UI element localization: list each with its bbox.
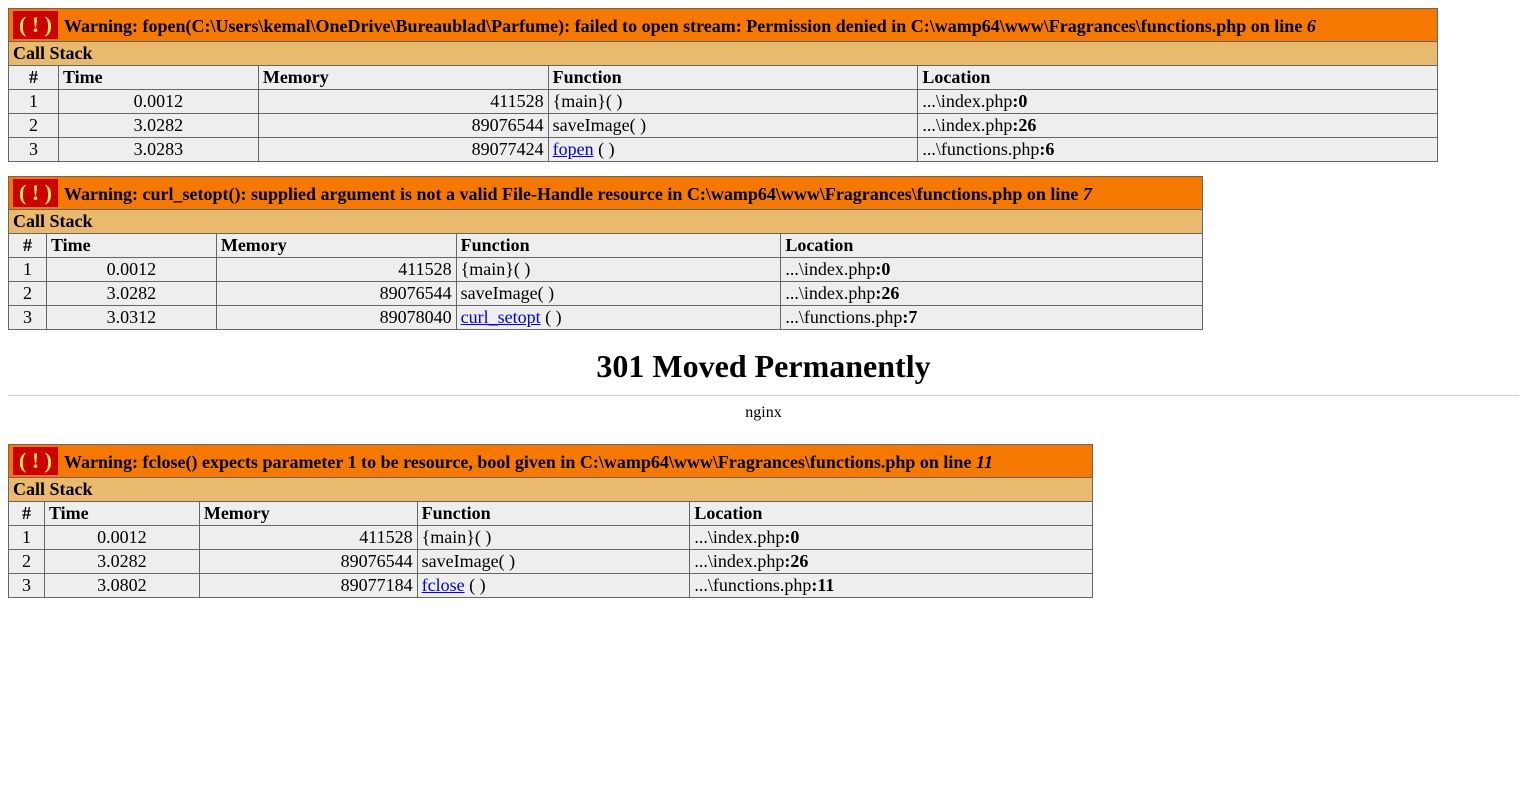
- stack-function: fclose ( ): [417, 574, 690, 598]
- stack-function: {main}( ): [417, 526, 690, 550]
- stack-location: ...\index.php:26: [918, 114, 1438, 138]
- warning-icon: ( ! ): [13, 447, 58, 475]
- stack-row: 33.031289078040curl_setopt ( )...\functi…: [9, 306, 1203, 330]
- col-header-func: Function: [456, 234, 781, 258]
- server-name: nginx: [8, 404, 1519, 422]
- stack-memory: 89076544: [199, 550, 417, 574]
- stack-index: 2: [9, 114, 59, 138]
- stack-memory: 89076544: [258, 114, 548, 138]
- stack-location: ...\index.php:26: [781, 282, 1203, 306]
- col-header-num: #: [9, 502, 45, 526]
- stack-location: ...\functions.php:6: [918, 138, 1438, 162]
- http-status-title: 301 Moved Permanently: [8, 348, 1519, 385]
- stack-memory: 411528: [258, 90, 548, 114]
- error-line-number: 11: [976, 452, 993, 472]
- col-header-time: Time: [44, 502, 199, 526]
- stack-row: 10.0012411528{main}( )...\index.php:0: [9, 90, 1438, 114]
- col-header-mem: Memory: [216, 234, 456, 258]
- call-stack-label: Call Stack: [9, 478, 1093, 502]
- stack-time: 3.0802: [44, 574, 199, 598]
- col-header-mem: Memory: [258, 66, 548, 90]
- stack-memory: 411528: [216, 258, 456, 282]
- stack-location: ...\functions.php:7: [781, 306, 1203, 330]
- stack-index: 2: [9, 550, 45, 574]
- stack-location: ...\functions.php:11: [690, 574, 1093, 598]
- stack-location: ...\index.php:0: [918, 90, 1438, 114]
- col-header-func: Function: [417, 502, 690, 526]
- stack-location: ...\index.php:26: [690, 550, 1093, 574]
- stack-memory: 89078040: [216, 306, 456, 330]
- stack-index: 1: [9, 90, 59, 114]
- error-line-number: 6: [1307, 16, 1316, 36]
- stack-index: 3: [9, 306, 47, 330]
- stack-index: 1: [9, 258, 47, 282]
- stack-index: 3: [9, 138, 59, 162]
- stack-row: 33.080289077184fclose ( )...\functions.p…: [9, 574, 1093, 598]
- xdebug-error-table: ( ! ) Warning: fopen(C:\Users\kemal\OneDr…: [8, 8, 1438, 162]
- error-message: Warning: curl_setopt(): supplied argumen…: [64, 184, 1083, 204]
- xdebug-error-table: ( ! ) Warning: curl_setopt(): supplied ar…: [8, 176, 1203, 330]
- call-stack-label: Call Stack: [9, 42, 1438, 66]
- stack-function: saveImage( ): [548, 114, 918, 138]
- stack-time: 0.0012: [44, 526, 199, 550]
- error-line-number: 7: [1083, 184, 1092, 204]
- stack-row: 23.028289076544saveImage( )...\index.php…: [9, 282, 1203, 306]
- function-doc-link[interactable]: fclose: [422, 575, 465, 595]
- stack-index: 3: [9, 574, 45, 598]
- stack-function: {main}( ): [456, 258, 781, 282]
- stack-time: 3.0312: [46, 306, 216, 330]
- col-header-num: #: [9, 234, 47, 258]
- stack-row: 23.028289076544saveImage( )...\index.php…: [9, 550, 1093, 574]
- stack-time: 0.0012: [58, 90, 258, 114]
- warning-icon: ( ! ): [13, 11, 58, 39]
- stack-function: curl_setopt ( ): [456, 306, 781, 330]
- stack-location: ...\index.php:0: [690, 526, 1093, 550]
- col-header-loc: Location: [918, 66, 1438, 90]
- stack-memory: 89076544: [216, 282, 456, 306]
- stack-time: 0.0012: [46, 258, 216, 282]
- col-header-time: Time: [46, 234, 216, 258]
- stack-time: 3.0282: [44, 550, 199, 574]
- stack-time: 3.0283: [58, 138, 258, 162]
- stack-function: fopen ( ): [548, 138, 918, 162]
- stack-index: 1: [9, 526, 45, 550]
- error-message: Warning: fopen(C:\Users\kemal\OneDrive\B…: [64, 16, 1307, 36]
- stack-function: {main}( ): [548, 90, 918, 114]
- stack-row: 10.0012411528{main}( )...\index.php:0: [9, 526, 1093, 550]
- xdebug-error-table: ( ! ) Warning: fclose() expects parameter…: [8, 444, 1093, 598]
- stack-row: 23.028289076544saveImage( )...\index.php…: [9, 114, 1438, 138]
- stack-row: 10.0012411528{main}( )...\index.php:0: [9, 258, 1203, 282]
- call-stack-label: Call Stack: [9, 210, 1203, 234]
- error-header: ( ! ) Warning: curl_setopt(): supplied ar…: [9, 177, 1203, 210]
- stack-location: ...\index.php:0: [781, 258, 1203, 282]
- stack-time: 3.0282: [58, 114, 258, 138]
- stack-memory: 89077184: [199, 574, 417, 598]
- stack-function: saveImage( ): [417, 550, 690, 574]
- stack-memory: 89077424: [258, 138, 548, 162]
- stack-function: saveImage( ): [456, 282, 781, 306]
- stack-time: 3.0282: [46, 282, 216, 306]
- stack-index: 2: [9, 282, 47, 306]
- col-header-time: Time: [58, 66, 258, 90]
- col-header-loc: Location: [690, 502, 1093, 526]
- col-header-func: Function: [548, 66, 918, 90]
- stack-memory: 411528: [199, 526, 417, 550]
- error-message: Warning: fclose() expects parameter 1 to…: [64, 452, 976, 472]
- col-header-mem: Memory: [199, 502, 417, 526]
- error-header: ( ! ) Warning: fopen(C:\Users\kemal\OneDr…: [9, 9, 1438, 42]
- error-header: ( ! ) Warning: fclose() expects parameter…: [9, 445, 1093, 478]
- warning-icon: ( ! ): [13, 179, 58, 207]
- function-doc-link[interactable]: fopen: [553, 139, 594, 159]
- col-header-loc: Location: [781, 234, 1203, 258]
- stack-row: 33.028389077424fopen ( )...\functions.ph…: [9, 138, 1438, 162]
- col-header-num: #: [9, 66, 59, 90]
- function-doc-link[interactable]: curl_setopt: [461, 307, 541, 327]
